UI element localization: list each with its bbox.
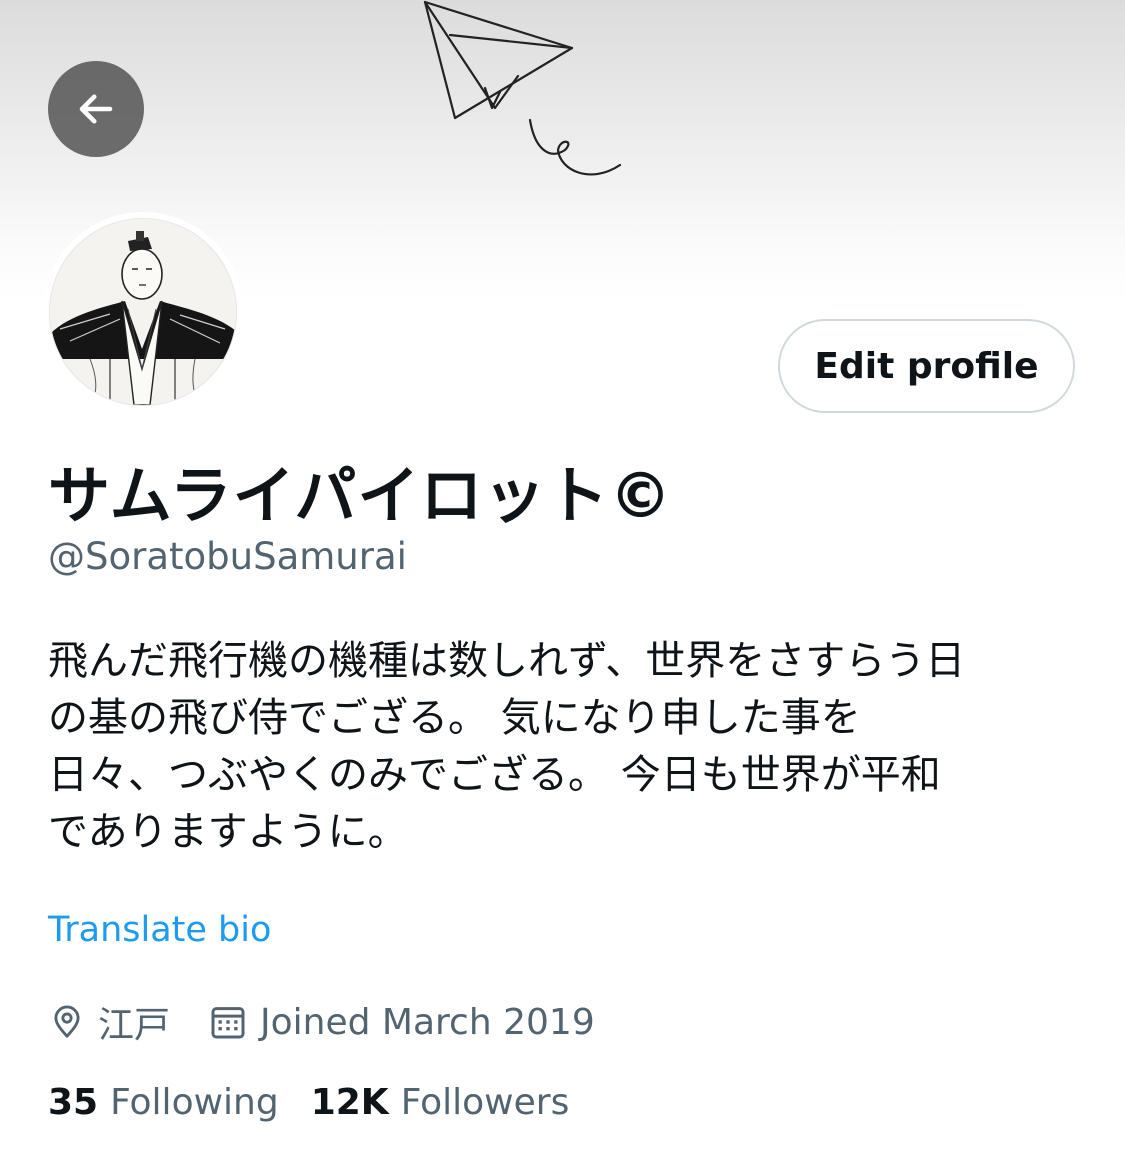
edit-profile-button[interactable]: Edit profile: [778, 319, 1075, 413]
followers-label: Followers: [400, 1082, 570, 1123]
bio-line: 飛んだ飛行機の機種は数しれず、世界をさすらう日: [48, 638, 966, 684]
arrow-left-icon: [79, 94, 113, 124]
followers-link[interactable]: 12K Followers: [311, 1082, 570, 1123]
follow-stats: 35 Following 12K Followers: [48, 1082, 569, 1123]
following-label: Following: [110, 1082, 279, 1123]
display-name: サムライパイロット©: [48, 459, 673, 532]
avatar-image: [49, 218, 237, 406]
location-text: 江戸: [98, 1005, 171, 1046]
followers-count: 12K: [310, 1082, 389, 1123]
bio-line: の基の飛び侍でござる。 気になり申した事を: [48, 695, 861, 741]
following-count: 35: [48, 1082, 99, 1123]
username-handle: @SoratobuSamurai: [48, 535, 407, 578]
profile-meta: 江戸 Joined March 2019: [48, 996, 595, 1048]
location: 江戸: [48, 996, 170, 1048]
following-link[interactable]: 35 Following: [48, 1082, 279, 1123]
calendar-icon: [211, 1007, 245, 1039]
back-button[interactable]: [48, 61, 144, 157]
bio: 飛んだ飛行機の機種は数しれず、世界をさすらう日 の基の飛び侍でござる。 気になり…: [48, 633, 1088, 861]
translate-bio-link[interactable]: Translate bio: [48, 910, 271, 950]
paper-plane-doodle-icon: [423, 0, 622, 176]
avatar[interactable]: [43, 212, 243, 412]
location-pin-icon: [54, 1005, 80, 1038]
bio-line: でありますように。: [48, 809, 408, 855]
join-date-text: Joined March 2019: [260, 1001, 595, 1043]
bio-line: 日々、つぶやくのみでござる。 今日も世界が平和: [48, 752, 941, 798]
join-date: Joined March 2019: [208, 1002, 595, 1043]
